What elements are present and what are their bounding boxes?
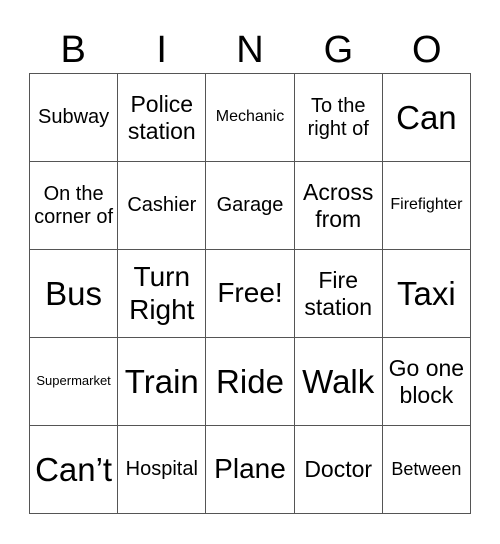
bingo-cell[interactable]: Hospital — [118, 426, 207, 514]
bingo-cell[interactable]: Go one block — [382, 338, 471, 426]
bingo-cell[interactable]: Mechanic — [206, 74, 295, 162]
bingo-cell[interactable]: Can’t — [30, 426, 119, 514]
bingo-cell[interactable]: Firefighter — [382, 162, 471, 250]
bingo-cell[interactable]: Subway — [30, 74, 119, 162]
header-letter-n: N — [236, 29, 264, 71]
bingo-cell[interactable]: Garage — [206, 162, 295, 250]
bingo-header: B I N G O — [29, 28, 471, 73]
bingo-cell[interactable]: Across from — [294, 162, 383, 250]
bingo-cell[interactable]: Between — [382, 426, 471, 514]
bingo-grid: Subway Police station Mechanic To the ri… — [29, 73, 471, 514]
header-letter-i: I — [156, 29, 167, 71]
header-letter-g: G — [323, 29, 354, 71]
bingo-cell[interactable]: Ride — [206, 338, 295, 426]
bingo-cell[interactable]: Bus — [30, 250, 119, 338]
bingo-cell[interactable]: Supermarket — [30, 338, 119, 426]
bingo-cell[interactable]: Fire station — [294, 250, 383, 338]
bingo-cell[interactable]: Doctor — [294, 426, 383, 514]
bingo-cell[interactable]: On the corner of — [30, 162, 119, 250]
bingo-cell[interactable]: Cashier — [118, 162, 207, 250]
free-space[interactable]: Free! — [206, 250, 295, 338]
bingo-cell[interactable]: Taxi — [382, 250, 471, 338]
header-letter-b: B — [60, 29, 86, 71]
bingo-cell[interactable]: Train — [118, 338, 207, 426]
bingo-cell[interactable]: Plane — [206, 426, 295, 514]
bingo-cell[interactable]: To the right of — [294, 74, 383, 162]
bingo-cell[interactable]: Turn Right — [118, 250, 207, 338]
bingo-cell[interactable]: Walk — [294, 338, 383, 426]
header-letter-o: O — [412, 29, 442, 71]
bingo-cell[interactable]: Can — [382, 74, 471, 162]
bingo-cell[interactable]: Police station — [118, 74, 207, 162]
